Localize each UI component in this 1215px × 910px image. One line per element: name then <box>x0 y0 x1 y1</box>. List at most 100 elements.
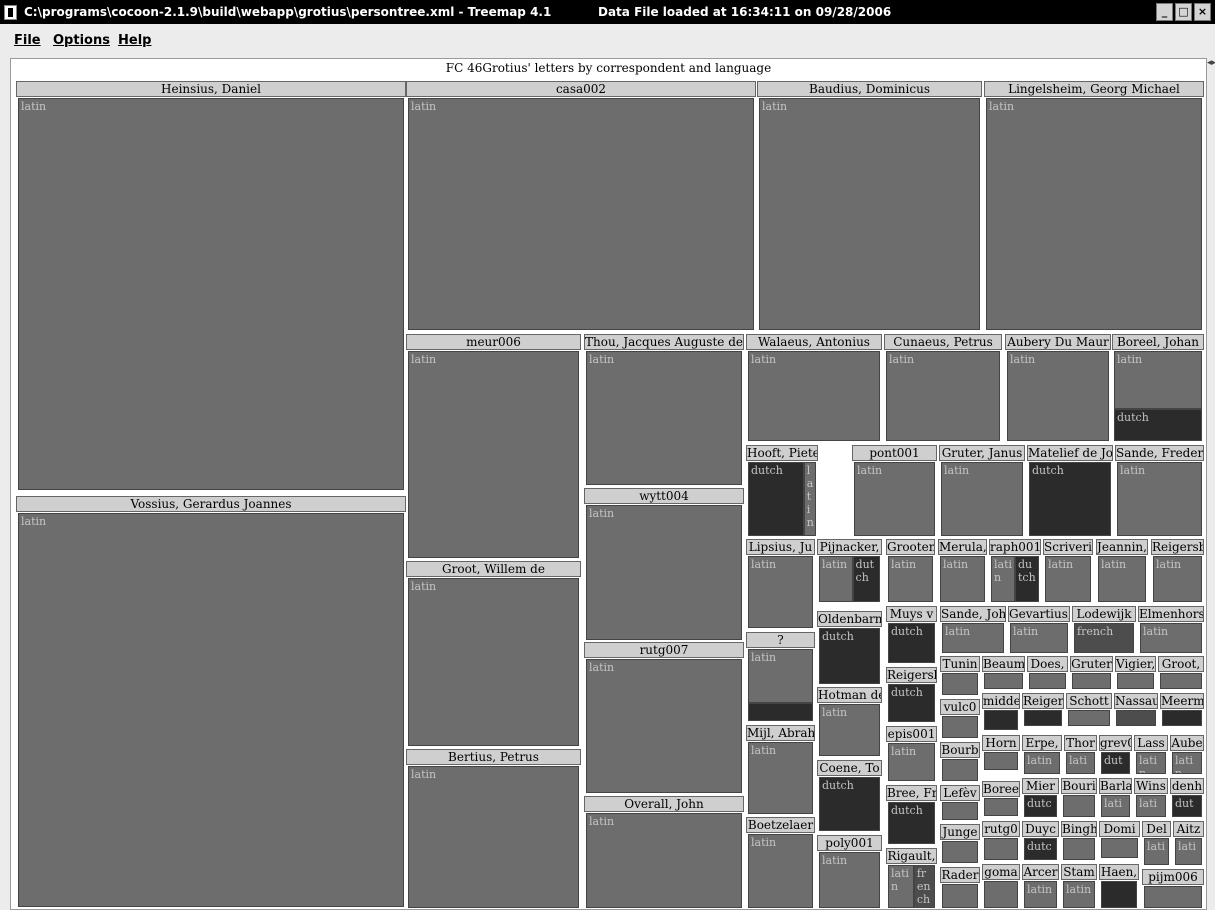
language-cell-latin[interactable]: latin <box>888 743 935 781</box>
treemap-node[interactable]: Boetzelaer latin <box>746 817 815 909</box>
language-cell-latin[interactable]: latin <box>408 766 579 908</box>
treemap-node[interactable]: Gevartius, latin <box>1008 606 1070 654</box>
treemap-node[interactable]: goma <box>982 864 1020 909</box>
treemap-node[interactable]: Nassau <box>1114 693 1158 727</box>
treemap-node[interactable]: Heinsius, Daniel latin <box>16 81 406 491</box>
menu-help[interactable]: Help <box>118 33 151 48</box>
language-cell-latin[interactable]: latin <box>748 742 813 814</box>
treemap-node[interactable]: Walaeus, Antonius latin <box>746 334 882 442</box>
language-cell-latin[interactable]: latin <box>408 351 579 558</box>
treemap-node[interactable]: Boree <box>982 781 1020 817</box>
treemap-node[interactable]: Reigersb dutch <box>886 667 937 723</box>
treemap-node[interactable]: epis001 latin <box>886 726 937 782</box>
treemap-node[interactable]: Scriveri latin <box>1043 539 1093 603</box>
treemap-node[interactable]: Reiger <box>1022 693 1064 727</box>
language-cell-latin[interactable]: latin <box>1024 752 1060 774</box>
treemap-node[interactable]: casa002 latin <box>406 81 756 331</box>
treemap-node[interactable]: Matelief de Jo dutch <box>1027 445 1113 537</box>
language-cell-dutch[interactable]: dutch <box>888 802 935 844</box>
language-cell-french[interactable]: french <box>913 865 935 908</box>
language-cell-latin[interactable]: latin <box>991 556 1015 602</box>
language-cell-latin[interactable]: latin <box>748 649 813 703</box>
treemap-node[interactable]: Schott <box>1066 693 1112 727</box>
treemap-node[interactable]: meur006 latin <box>406 334 581 559</box>
treemap-node[interactable]: Jeannin, latin <box>1096 539 1148 603</box>
language-cell-latin[interactable]: latin <box>586 659 742 793</box>
language-cell-dutch[interactable]: dut <box>1101 752 1130 774</box>
treemap-node[interactable]: Coene, To dutch <box>817 760 882 832</box>
treemap-node[interactable]: Hooft, Pieter Cordutchlatin <box>746 445 818 537</box>
treemap-node[interactable]: pijm006 <box>1142 869 1204 909</box>
treemap-node[interactable]: Erpe, latin <box>1022 735 1062 775</box>
language-cell-latin[interactable]: latin <box>586 505 742 640</box>
language-cell-dutch[interactable]: dutch <box>819 777 880 831</box>
language-cell-latin[interactable]: latin <box>748 556 813 628</box>
language-cell-latin[interactable] <box>1063 838 1095 860</box>
language-cell-latin[interactable] <box>942 884 978 908</box>
treemap-node[interactable]: Groot, <box>1158 656 1204 690</box>
language-cell-dutch[interactable]: dut <box>1172 795 1202 817</box>
language-cell-latin[interactable]: latin <box>748 834 813 908</box>
language-cell-latin[interactable]: lati <box>1101 795 1130 817</box>
treemap-node[interactable]: Pijnacker, latin dutch <box>817 539 882 603</box>
language-cell-latin[interactable]: latin <box>1098 556 1146 602</box>
language-cell-latin[interactable]: latin <box>1024 881 1057 908</box>
language-cell-dutch[interactable]: dutch <box>748 462 804 536</box>
language-cell-latin[interactable]: latin <box>819 852 880 908</box>
treemap-node[interactable]: Overall, John latin <box>584 796 744 909</box>
treemap-node[interactable]: rutg007 latin <box>584 642 744 794</box>
treemap-node[interactable]: Merula, latin <box>938 539 987 603</box>
treemap-node[interactable]: Reigersb latin <box>1151 539 1204 603</box>
treemap-node[interactable]: Thor lati <box>1064 735 1097 775</box>
language-cell-dutch[interactable]: dutch <box>1015 556 1039 602</box>
treemap-node[interactable]: rutg0 <box>982 821 1020 861</box>
language-cell-latin[interactable]: latin <box>1172 752 1202 774</box>
language-cell-latin[interactable]: latin <box>408 578 579 746</box>
treemap-node[interactable]: Lipsius, Ju latin <box>746 539 815 629</box>
language-cell-dutch[interactable] <box>1024 710 1062 726</box>
treemap-node[interactable]: Stam latin <box>1061 864 1097 909</box>
treemap-node[interactable]: grev0 dut <box>1099 735 1132 775</box>
treemap-node[interactable]: Bree, Fr dutch <box>886 785 937 845</box>
language-cell-latin[interactable]: latin <box>1117 462 1202 536</box>
treemap-node[interactable]: Mier dutc <box>1022 778 1059 818</box>
treemap-node[interactable]: ? latin <box>746 632 815 722</box>
language-cell-latin[interactable]: latin <box>819 556 853 602</box>
treemap-node[interactable]: Rader <box>940 867 980 909</box>
language-cell-latin[interactable] <box>1144 886 1202 908</box>
treemap-node[interactable]: Beaum <box>982 656 1025 690</box>
language-cell-dutch[interactable]: dutch <box>888 684 935 722</box>
treemap-node[interactable]: Arcer latin <box>1022 864 1059 909</box>
language-cell-latin[interactable] <box>942 759 978 781</box>
language-cell-latin[interactable] <box>1068 710 1110 726</box>
menu-file[interactable]: File <box>14 33 41 48</box>
treemap-node[interactable]: Haen, <box>1099 864 1139 909</box>
treemap-node[interactable]: Gruter <box>1070 656 1113 690</box>
language-cell-dutch[interactable]: dutch <box>852 556 880 602</box>
language-cell-french[interactable] <box>1116 710 1156 726</box>
treemap-node[interactable]: midde <box>982 693 1020 731</box>
language-cell-latin[interactable]: lati <box>1144 838 1169 865</box>
language-cell-latin[interactable]: latin <box>986 98 1202 330</box>
treemap-node[interactable]: Aubery Du Maur latin <box>1005 334 1111 442</box>
language-cell-latin[interactable]: lati <box>1066 752 1095 774</box>
language-cell-dutch[interactable]: dutch <box>1029 462 1111 536</box>
language-cell-dutch[interactable]: dutc <box>1024 838 1057 860</box>
treemap-node[interactable]: Boreel, Johan latin dutch <box>1112 334 1204 442</box>
language-cell-dutch[interactable]: dutch <box>1114 408 1202 441</box>
maximize-button[interactable]: □ <box>1175 3 1192 21</box>
treemap-node[interactable]: Junge <box>940 824 980 864</box>
treemap-node[interactable]: Aitz lati <box>1173 821 1204 866</box>
language-cell-latin[interactable]: latin <box>940 556 985 602</box>
language-cell-latin[interactable]: latin <box>941 462 1023 536</box>
language-cell-french[interactable]: french <box>1074 623 1134 653</box>
language-cell-dutch[interactable] <box>1101 881 1137 908</box>
treemap-node[interactable]: Domi <box>1099 821 1140 859</box>
language-cell-latin[interactable] <box>1029 673 1066 689</box>
treemap-node[interactable]: Baudius, Dominicus latin <box>757 81 982 331</box>
treemap-node[interactable]: denh dut <box>1170 778 1204 818</box>
treemap-node[interactable]: Lingelsheim, Georg Michael latin <box>984 81 1204 331</box>
language-cell-latin[interactable] <box>984 838 1018 860</box>
language-cell-latin[interactable] <box>1101 838 1138 858</box>
language-cell-dutch[interactable] <box>984 710 1018 730</box>
